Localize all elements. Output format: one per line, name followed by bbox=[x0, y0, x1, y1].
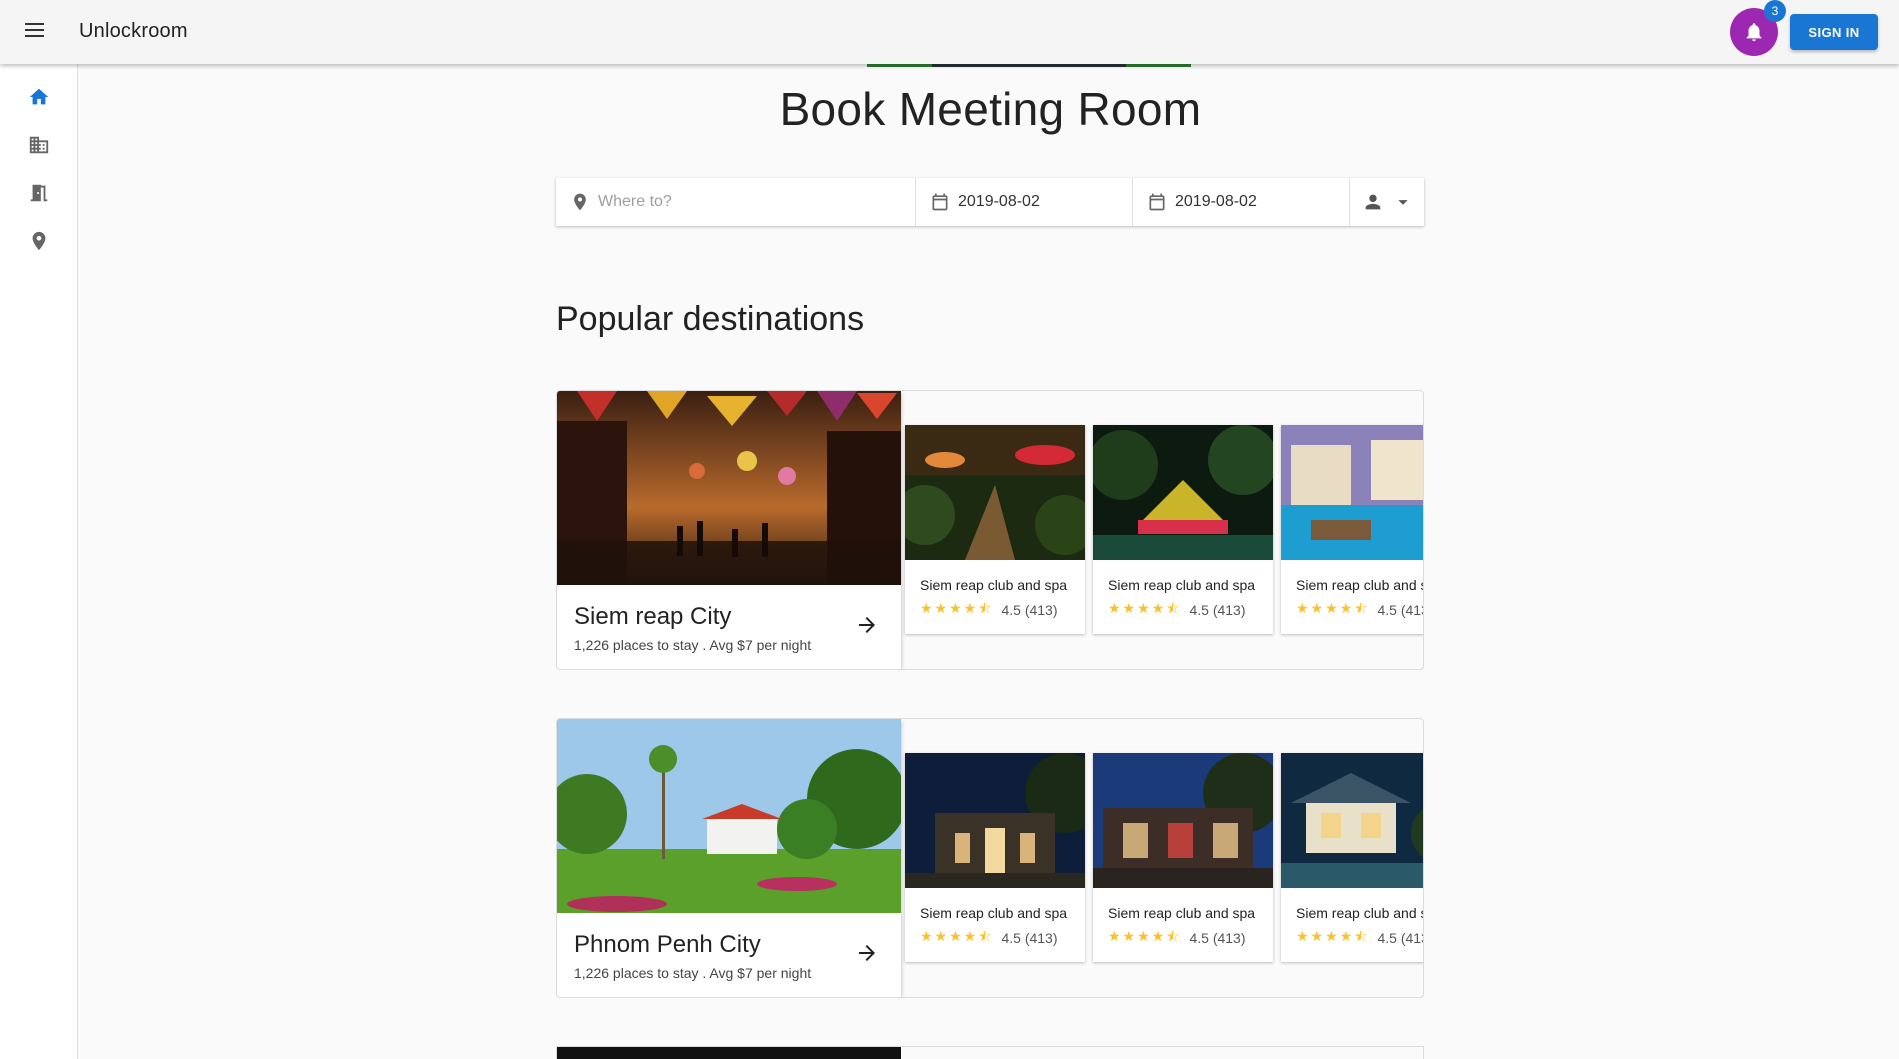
city-name: Siem reap City bbox=[574, 603, 732, 630]
hotel-card[interactable]: Siem reap club and spa ★★★★⯪ 4.5 (413) bbox=[1093, 425, 1273, 634]
city-summary: 1,226 places to stay . Avg $7 per night bbox=[574, 965, 812, 981]
sidebar-item-location[interactable] bbox=[26, 228, 52, 254]
checkout-date-value: 2019-08-02 bbox=[1175, 193, 1257, 210]
hotel-name: Siem reap club and spa bbox=[920, 905, 1068, 921]
calendar-icon bbox=[1149, 193, 1165, 211]
hotel-card[interactable]: Siem reap club and spa ★★★★⯪ 4.5 (413) bbox=[1281, 425, 1423, 634]
hotel-name: Siem reap club and spa bbox=[1108, 577, 1256, 593]
checkout-date-field[interactable]: 2019-08-02 bbox=[1133, 178, 1350, 226]
calendar-icon bbox=[932, 193, 948, 211]
rating-text: 4.5 (413) bbox=[1001, 930, 1058, 946]
sidebar bbox=[0, 64, 78, 1059]
city-photo bbox=[557, 391, 901, 585]
bell-icon bbox=[1746, 23, 1762, 42]
page-title: Book Meeting Room bbox=[779, 83, 1202, 135]
hero-image-edge bbox=[867, 64, 1191, 67]
hotel-rating: ★★★★⯪ 4.5 (413) bbox=[1108, 598, 1246, 622]
main-content: Book Meeting Room 2019-08-02 2019-08-02 … bbox=[78, 64, 1899, 1059]
destination-row: Phnom Penh City 1,226 places to stay . A… bbox=[556, 718, 1424, 998]
hotel-rating: ★★★★⯪ 4.5 (413) bbox=[1296, 926, 1423, 950]
hotel-photo bbox=[905, 425, 1085, 560]
star-rating-icon: ★★★★⯪ bbox=[920, 600, 994, 616]
checkin-date-field[interactable]: 2019-08-02 bbox=[916, 178, 1133, 226]
hotel-name: Siem reap club and spa bbox=[1296, 577, 1423, 593]
hotel-photo bbox=[1093, 753, 1273, 888]
rating-text: 4.5 (413) bbox=[1001, 602, 1058, 618]
location-pin-icon bbox=[32, 231, 46, 251]
sidebar-item-business[interactable] bbox=[26, 132, 52, 158]
search-bar: 2019-08-02 2019-08-02 bbox=[556, 178, 1424, 226]
destination-field[interactable] bbox=[556, 178, 916, 226]
arrow-forward-icon[interactable] bbox=[855, 941, 879, 965]
sidebar-item-home[interactable] bbox=[26, 84, 52, 110]
hotel-name: Siem reap club and spa bbox=[920, 577, 1068, 593]
star-rating-icon: ★★★★⯪ bbox=[1108, 600, 1182, 616]
person-icon bbox=[1365, 194, 1381, 210]
chevron-down-icon bbox=[1398, 200, 1408, 205]
section-title: Popular destinations bbox=[556, 300, 865, 338]
rating-text: 4.5 (413) bbox=[1377, 602, 1423, 618]
menu-icon[interactable] bbox=[21, 19, 49, 45]
destination-row-partial bbox=[556, 1046, 1424, 1059]
hotel-rating: ★★★★⯪ 4.5 (413) bbox=[1108, 926, 1246, 950]
city-photo bbox=[557, 719, 901, 913]
arrow-forward-icon[interactable] bbox=[855, 613, 879, 637]
city-card[interactable]: Siem reap City 1,226 places to stay . Av… bbox=[557, 391, 901, 669]
hotel-card[interactable]: Siem reap club and spa ★★★★⯪ 4.5 (413) bbox=[905, 425, 1085, 634]
city-photo bbox=[557, 1047, 901, 1059]
checkin-date-value: 2019-08-02 bbox=[958, 193, 1040, 210]
hotel-rating: ★★★★⯪ 4.5 (413) bbox=[1296, 598, 1423, 622]
hotel-name: Siem reap club and spa bbox=[1108, 905, 1256, 921]
sidebar-item-meeting-room[interactable] bbox=[26, 180, 52, 206]
rating-text: 4.5 (413) bbox=[1377, 930, 1423, 946]
city-name: Phnom Penh City bbox=[574, 931, 761, 958]
hotel-card[interactable]: Siem reap club and spa ★★★★⯪ 4.5 (413) bbox=[1093, 753, 1273, 962]
star-rating-icon: ★★★★⯪ bbox=[1296, 600, 1370, 616]
home-icon bbox=[29, 88, 49, 105]
star-rating-icon: ★★★★⯪ bbox=[920, 928, 994, 944]
city-card[interactable]: Phnom Penh City 1,226 places to stay . A… bbox=[557, 719, 901, 997]
hotel-card[interactable]: Siem reap club and spa ★★★★⯪ 4.5 (413) bbox=[1281, 753, 1423, 962]
app-title: Unlockroom bbox=[79, 20, 188, 42]
notification-badge: 3 bbox=[1764, 0, 1786, 22]
star-rating-icon: ★★★★⯪ bbox=[1108, 928, 1182, 944]
hotel-rating: ★★★★⯪ 4.5 (413) bbox=[920, 926, 1058, 950]
guests-select[interactable] bbox=[1350, 178, 1424, 226]
business-icon bbox=[29, 136, 49, 154]
hotel-rating: ★★★★⯪ 4.5 (413) bbox=[920, 598, 1058, 622]
star-rating-icon: ★★★★⯪ bbox=[1296, 928, 1370, 944]
app-bar: Unlockroom 3 SIGN IN bbox=[0, 0, 1899, 64]
hotel-photo bbox=[1281, 425, 1423, 560]
hotel-photo bbox=[905, 753, 1085, 888]
hotel-name: Siem reap club and spa bbox=[1296, 905, 1423, 921]
rating-text: 4.5 (413) bbox=[1189, 602, 1246, 618]
rating-text: 4.5 (413) bbox=[1189, 930, 1246, 946]
hotel-photo bbox=[1093, 425, 1273, 560]
hotel-card[interactable]: Siem reap club and spa ★★★★⯪ 4.5 (413) bbox=[905, 753, 1085, 962]
meeting-room-icon bbox=[30, 184, 48, 202]
sign-in-button[interactable]: SIGN IN bbox=[1790, 14, 1878, 50]
hotel-photo bbox=[1281, 753, 1423, 888]
destination-row: Siem reap City 1,226 places to stay . Av… bbox=[556, 390, 1424, 670]
destination-input[interactable] bbox=[598, 193, 898, 211]
city-summary: 1,226 places to stay . Avg $7 per night bbox=[574, 637, 812, 653]
location-pin-icon bbox=[574, 193, 586, 211]
